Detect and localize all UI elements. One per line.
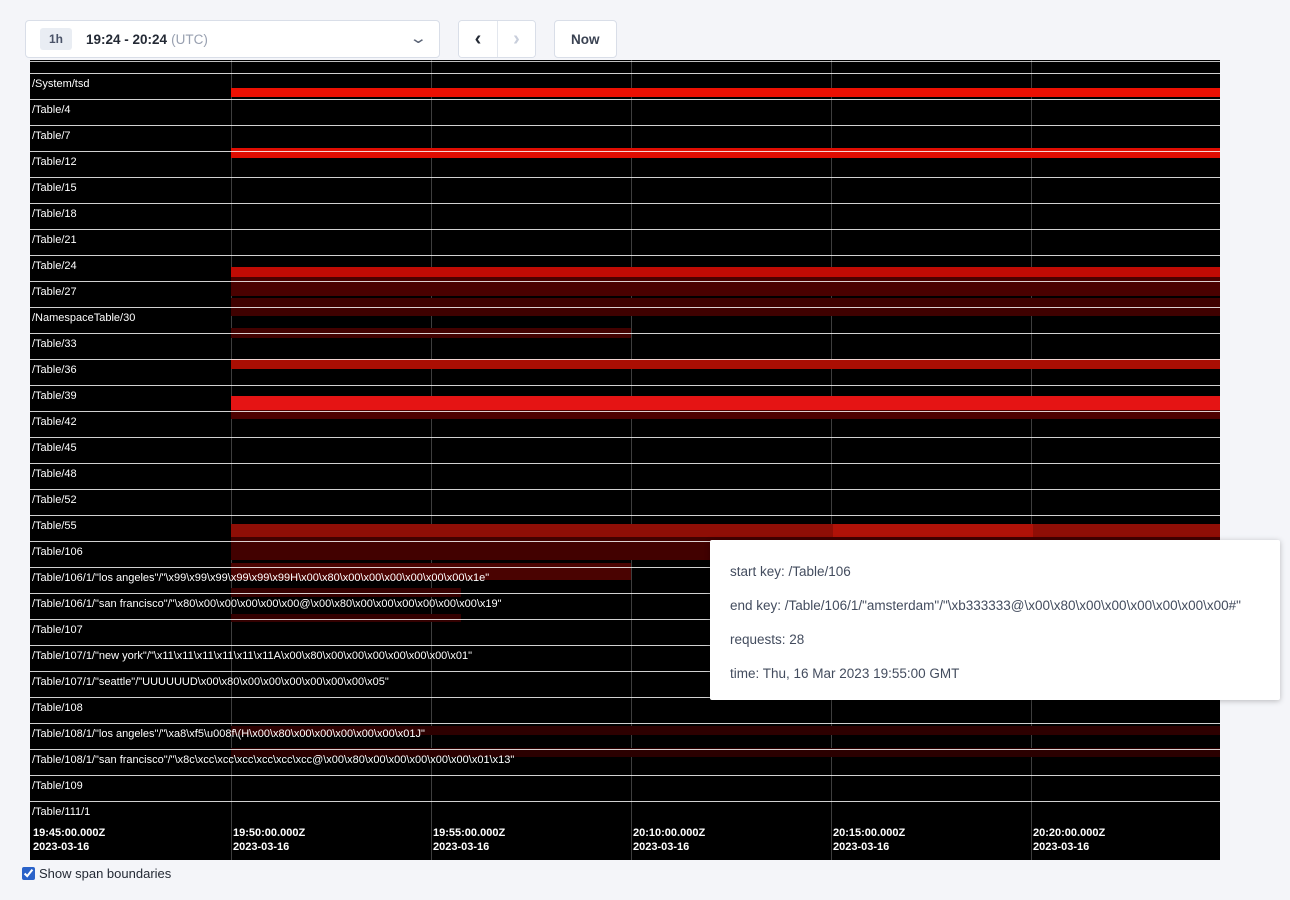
span-row[interactable]: /Table/108/1/"los angeles"/"\xa8\xf5\u00… bbox=[30, 723, 1220, 749]
span-label: /Table/4 bbox=[30, 104, 71, 117]
span-label: /Table/42 bbox=[30, 416, 77, 429]
x-axis-tick: 20:20:00.000Z2023-03-16 bbox=[1033, 826, 1105, 854]
span-row[interactable]: /Table/52 bbox=[30, 489, 1220, 515]
hover-tooltip: start key: /Table/106 end key: /Table/10… bbox=[710, 540, 1280, 700]
span-label: /Table/109 bbox=[30, 780, 83, 793]
span-label: /Table/18 bbox=[30, 208, 77, 221]
span-row[interactable]: /Table/24 bbox=[30, 255, 1220, 281]
span-label: /Table/36 bbox=[30, 364, 77, 377]
span-row[interactable]: /Table/111/1 bbox=[30, 801, 1220, 827]
span-label: /Table/21 bbox=[30, 234, 77, 247]
span-label: /Table/7 bbox=[30, 130, 71, 143]
span-label: /Table/52 bbox=[30, 494, 77, 507]
span-boundaries-control: Show span boundaries bbox=[22, 866, 171, 881]
span-label: /Table/33 bbox=[30, 338, 77, 351]
span-row[interactable]: /Table/33 bbox=[30, 333, 1220, 359]
x-axis-tick: 19:55:00.000Z2023-03-16 bbox=[433, 826, 505, 854]
span-row[interactable]: /Table/109 bbox=[30, 775, 1220, 801]
tooltip-start-key: start key: /Table/106 bbox=[730, 562, 1260, 582]
x-axis-time: 19:55:00.000Z bbox=[433, 826, 505, 840]
x-axis-date: 2023-03-16 bbox=[233, 840, 305, 854]
x-axis-date: 2023-03-16 bbox=[433, 840, 505, 854]
x-axis-time: 19:50:00.000Z bbox=[233, 826, 305, 840]
span-label: /Table/48 bbox=[30, 468, 77, 481]
tooltip-time: time: Thu, 16 Mar 2023 19:55:00 GMT bbox=[730, 664, 1260, 684]
span-boundary-line bbox=[30, 61, 1220, 62]
span-label: /Table/107/1/"seattle"/"UUUUUUD\x00\x80\… bbox=[30, 676, 389, 689]
span-label: /NamespaceTable/30 bbox=[30, 312, 135, 325]
span-label: /Table/107/1/"new york"/"\x11\x11\x11\x1… bbox=[30, 650, 472, 663]
span-label: /Table/12 bbox=[30, 156, 77, 169]
key-visualizer-page: 1h 19:24 - 20:24 (UTC) ⌄ ‹ › Now /System/… bbox=[0, 0, 1290, 900]
tooltip-requests: requests: 28 bbox=[730, 630, 1260, 650]
span-label: /Table/106/1/"los angeles"/"\x99\x99\x99… bbox=[30, 572, 489, 585]
range-time: 19:24 - 20:24 bbox=[86, 32, 167, 47]
range-step-buttons: ‹ › bbox=[458, 20, 536, 58]
span-label: /Table/39 bbox=[30, 390, 77, 403]
span-row[interactable]: /Table/45 bbox=[30, 437, 1220, 463]
x-axis-date: 2023-03-16 bbox=[33, 840, 105, 854]
span-row[interactable]: /Table/7 bbox=[30, 125, 1220, 151]
span-label: /Table/111/1 bbox=[30, 806, 90, 819]
span-label: /Table/106/1/"san francisco"/"\x80\x00\x… bbox=[30, 598, 502, 611]
x-axis-time: 20:10:00.000Z bbox=[633, 826, 705, 840]
x-axis-time: 20:15:00.000Z bbox=[833, 826, 905, 840]
span-label: /Table/45 bbox=[30, 442, 77, 455]
x-axis-date: 2023-03-16 bbox=[833, 840, 905, 854]
time-range-picker[interactable]: 1h 19:24 - 20:24 (UTC) ⌄ bbox=[25, 20, 440, 58]
span-label: /Table/55 bbox=[30, 520, 77, 533]
x-axis-tick: 19:50:00.000Z2023-03-16 bbox=[233, 826, 305, 854]
x-axis-time: 19:45:00.000Z bbox=[33, 826, 105, 840]
x-axis-time: 20:20:00.000Z bbox=[1033, 826, 1105, 840]
span-label: /Table/107 bbox=[30, 624, 83, 637]
span-row[interactable]: /Table/18 bbox=[30, 203, 1220, 229]
x-axis-tick: 20:10:00.000Z2023-03-16 bbox=[633, 826, 705, 854]
span-label: /Table/108/1/"los angeles"/"\xa8\xf5\u00… bbox=[30, 728, 425, 741]
range-timezone: (UTC) bbox=[171, 32, 208, 47]
range-text: 19:24 - 20:24 (UTC) bbox=[86, 32, 208, 47]
now-button[interactable]: Now bbox=[554, 20, 617, 58]
keyvis-canvas[interactable]: /System/tsd/Table/4/Table/7/Table/12/Tab… bbox=[30, 60, 1220, 860]
tooltip-end-key: end key: /Table/106/1/"amsterdam"/"\xb33… bbox=[730, 596, 1260, 616]
span-row[interactable]: /NamespaceTable/30 bbox=[30, 307, 1220, 333]
span-label: /Table/108 bbox=[30, 702, 83, 715]
span-row[interactable]: /Table/108/1/"san francisco"/"\x8c\xcc\x… bbox=[30, 749, 1220, 775]
span-row[interactable]: /Table/4 bbox=[30, 99, 1220, 125]
chevron-down-icon: ⌄ bbox=[409, 34, 428, 44]
show-span-boundaries-checkbox[interactable] bbox=[22, 867, 35, 880]
span-row[interactable]: /Table/42 bbox=[30, 411, 1220, 437]
x-axis-tick: 20:15:00.000Z2023-03-16 bbox=[833, 826, 905, 854]
span-row[interactable]: /Table/27 bbox=[30, 281, 1220, 307]
range-duration-badge: 1h bbox=[40, 28, 72, 50]
span-label: /Table/108/1/"san francisco"/"\x8c\xcc\x… bbox=[30, 754, 514, 767]
span-label: /System/tsd bbox=[30, 78, 89, 91]
x-axis-date: 2023-03-16 bbox=[1033, 840, 1105, 854]
span-row[interactable]: /Table/39 bbox=[30, 385, 1220, 411]
prev-range-button[interactable]: ‹ bbox=[459, 21, 497, 57]
span-label: /Table/24 bbox=[30, 260, 77, 273]
x-axis-date: 2023-03-16 bbox=[633, 840, 705, 854]
span-row[interactable]: /Table/48 bbox=[30, 463, 1220, 489]
span-label: /Table/15 bbox=[30, 182, 77, 195]
x-axis-tick: 19:45:00.000Z2023-03-16 bbox=[33, 826, 105, 854]
span-label: /Table/106 bbox=[30, 546, 83, 559]
span-row[interactable]: /Table/12 bbox=[30, 151, 1220, 177]
span-row[interactable]: /Table/55 bbox=[30, 515, 1220, 541]
span-row[interactable]: /System/tsd bbox=[30, 73, 1220, 99]
span-row[interactable]: /Table/36 bbox=[30, 359, 1220, 385]
span-row[interactable]: /Table/108 bbox=[30, 697, 1220, 723]
time-toolbar: 1h 19:24 - 20:24 (UTC) ⌄ ‹ › Now bbox=[25, 20, 617, 58]
span-label: /Table/27 bbox=[30, 286, 77, 299]
checkbox-label: Show span boundaries bbox=[39, 866, 171, 881]
span-row[interactable]: /Table/15 bbox=[30, 177, 1220, 203]
next-range-button[interactable]: › bbox=[497, 21, 535, 57]
span-row[interactable]: /Table/21 bbox=[30, 229, 1220, 255]
